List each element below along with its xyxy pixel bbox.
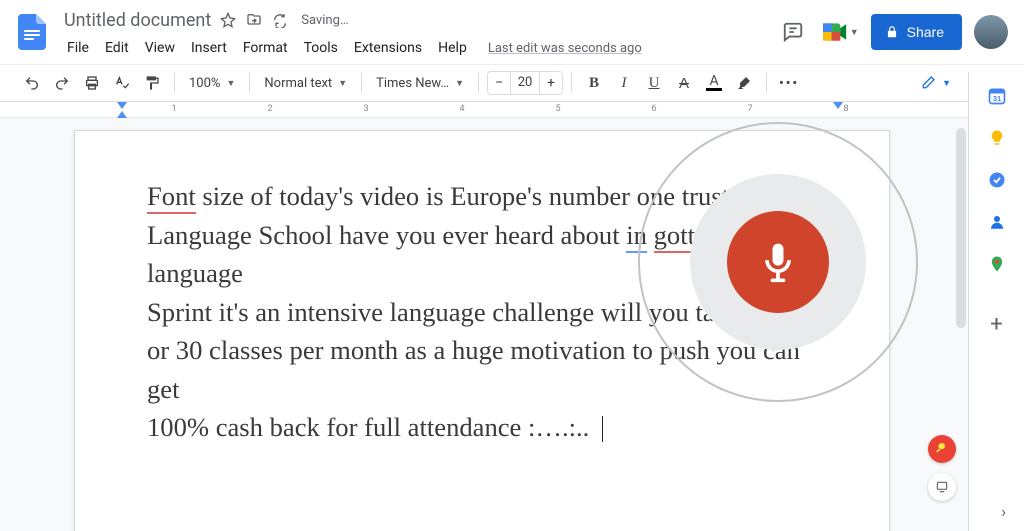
ruler[interactable]: 1 2 3 4 5 6 7 8 [0,102,968,118]
keep-icon[interactable] [987,128,1007,148]
underline-icon[interactable]: U [640,69,668,97]
paint-format-icon[interactable] [138,69,166,97]
font-size-minus[interactable]: − [488,72,510,94]
last-edit-link[interactable]: Last edit was seconds ago [488,41,642,56]
strikethrough-icon[interactable]: A [670,69,698,97]
font-size-control: − 20 + [487,71,563,95]
font-size-value[interactable]: 20 [510,72,540,94]
addons-plus-icon[interactable]: + [987,314,1007,334]
text-color-icon[interactable]: A [700,69,728,97]
share-label: Share [907,24,944,40]
scrollbar[interactable] [956,128,966,328]
undo-icon[interactable] [18,69,46,97]
feedback-badge-icon[interactable] [928,473,956,501]
svg-text:31: 31 [992,94,1000,103]
side-panel: 31 + › [968,72,1024,531]
text-cursor [602,416,603,442]
menu-extensions[interactable]: Extensions [347,36,429,60]
saving-status: Saving… [301,13,348,28]
highlight-icon[interactable] [730,69,758,97]
star-icon[interactable] [219,11,237,29]
comments-icon[interactable] [775,14,811,50]
doc-title[interactable]: Untitled document [64,10,211,31]
contacts-icon[interactable] [987,212,1007,232]
document-body[interactable]: Font size of today's video is Europe's n… [147,177,817,447]
cloud-sync-icon [271,11,289,29]
app-header: Untitled document Saving… File Edit View… [0,0,1024,64]
print-icon[interactable] [78,69,106,97]
move-icon[interactable] [245,11,263,29]
voice-mic-button[interactable] [727,211,829,313]
maps-icon[interactable] [987,254,1007,274]
spellcheck-icon[interactable] [108,69,136,97]
editing-mode-dropdown[interactable]: ▼ [914,69,957,97]
more-icon[interactable]: ••• [775,69,803,97]
account-avatar[interactable] [974,15,1008,49]
menu-help[interactable]: Help [431,36,474,60]
document-workspace: 1 2 3 4 5 6 7 8 Font size of today's vid… [0,102,968,531]
menu-view[interactable]: View [138,36,182,60]
menu-bar: File Edit View Insert Format Tools Exten… [58,34,775,62]
mic-icon [756,240,800,284]
tasks-icon[interactable] [987,170,1007,190]
docs-logo[interactable] [12,12,52,52]
style-dropdown[interactable]: Normal text▼ [258,69,353,97]
bold-icon[interactable]: B [580,69,608,97]
zoom-dropdown[interactable]: 100%▼ [183,69,241,97]
explore-badge-icon[interactable] [928,435,956,463]
meet-icon[interactable]: ▼ [823,14,859,50]
document-page[interactable]: Font size of today's video is Europe's n… [74,130,890,531]
font-dropdown[interactable]: Times New…▼ [370,69,470,97]
collapse-side-panel-icon[interactable]: › [1001,502,1006,521]
share-button[interactable]: Share [871,14,962,50]
menu-file[interactable]: File [60,36,96,60]
toolbar: 100%▼ Normal text▼ Times New…▼ − 20 + B … [0,64,1024,102]
menu-format[interactable]: Format [236,36,295,60]
italic-icon[interactable]: I [610,69,638,97]
menu-edit[interactable]: Edit [98,36,136,60]
font-size-plus[interactable]: + [540,72,562,94]
redo-icon[interactable] [48,69,76,97]
calendar-icon[interactable]: 31 [987,86,1007,106]
menu-tools[interactable]: Tools [297,36,345,60]
menu-insert[interactable]: Insert [184,36,234,60]
